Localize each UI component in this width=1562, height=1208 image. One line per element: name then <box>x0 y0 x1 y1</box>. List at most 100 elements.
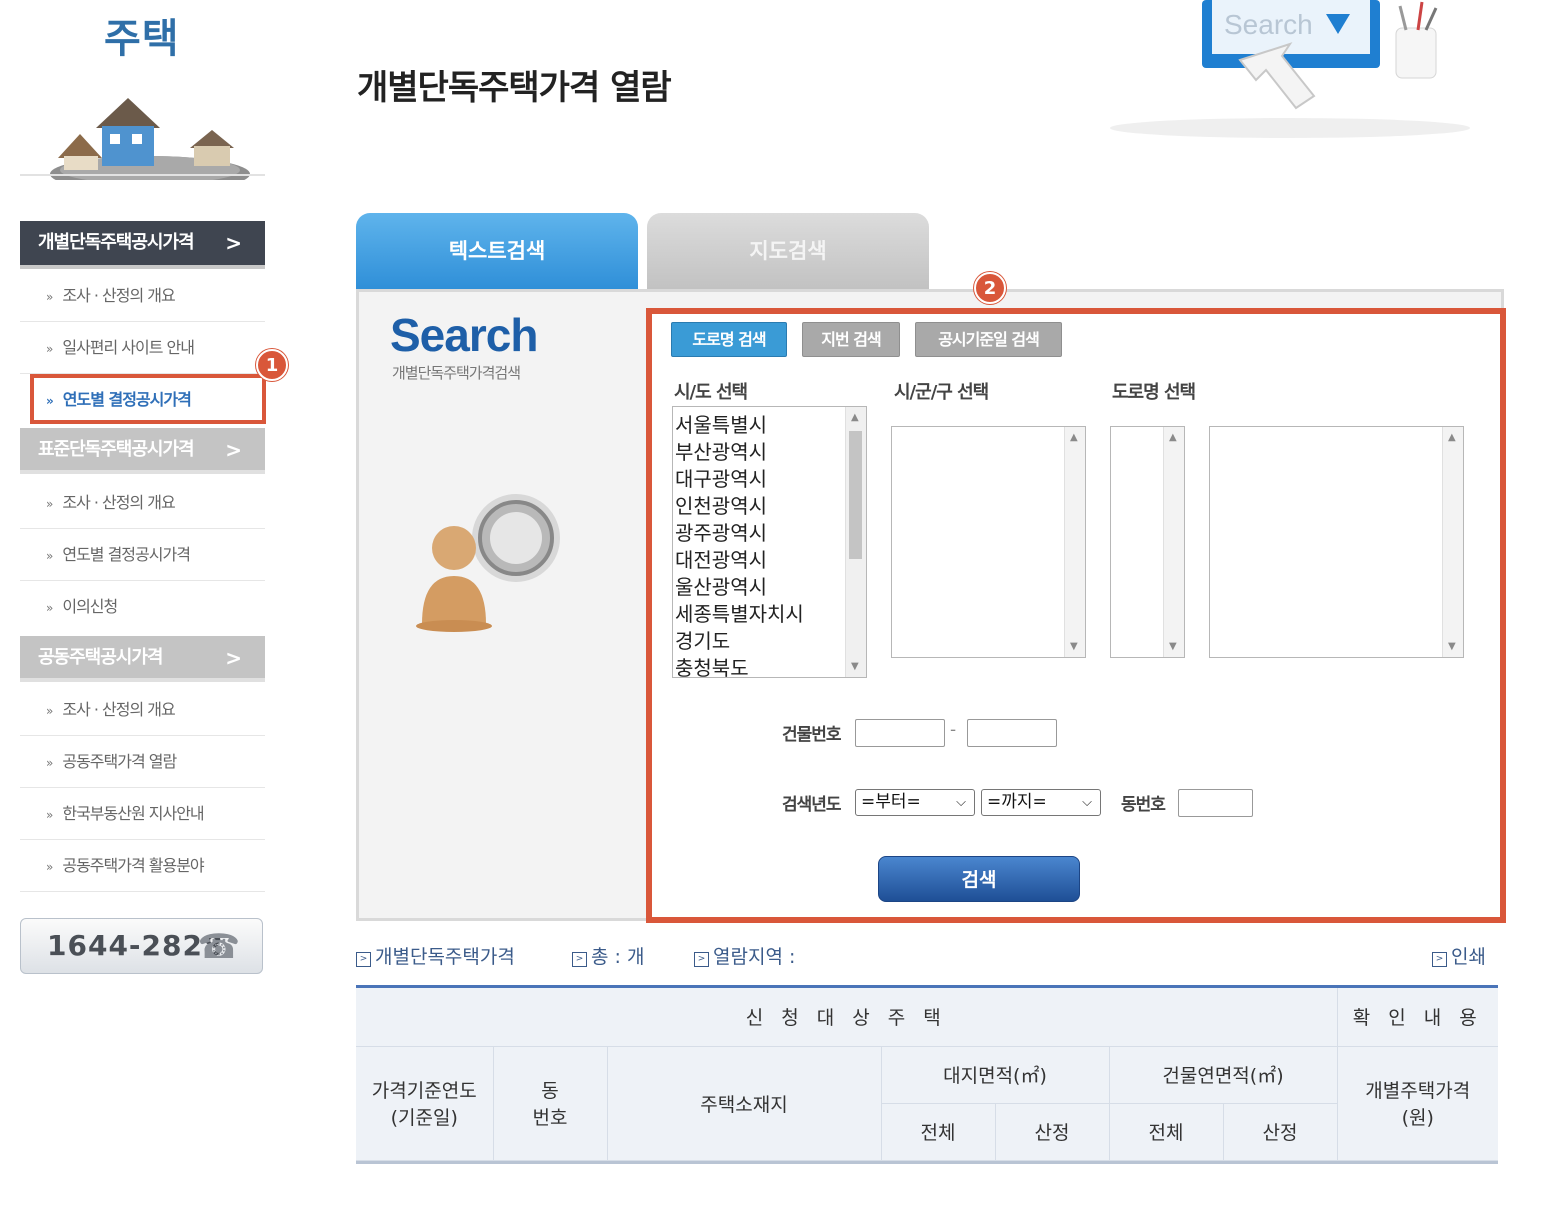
submenu-label: 한국부동산원 지사안내 <box>62 804 204 823</box>
submenu-label: 조사 · 산정의 개요 <box>62 493 175 512</box>
list-option[interactable]: 경기도 <box>675 625 730 654</box>
header-text: (원) <box>1401 1107 1434 1129</box>
scroll-up-icon[interactable]: ▲ <box>1169 432 1177 443</box>
submenu-label: 조사 · 산정의 개요 <box>62 700 175 719</box>
scroll-down-icon[interactable]: ▼ <box>851 661 859 672</box>
list-option[interactable]: 서울특별시 <box>675 409 767 438</box>
building-sub-number-input[interactable] <box>967 719 1057 747</box>
highlight-box-1 <box>30 374 266 424</box>
dong-number-label: 동번호 <box>1121 795 1166 815</box>
building-number-label: 건물번호 <box>782 725 842 745</box>
scroll-down-icon[interactable]: ▼ <box>1448 641 1456 652</box>
road-name-search-button[interactable]: 도로명 검색 <box>671 322 787 357</box>
info-text: 총 : 개 <box>591 946 645 968</box>
tab-text-search[interactable]: 텍스트검색 <box>356 213 638 289</box>
menu-standard-house-price[interactable]: 표준단독주택공시가격 > <box>20 428 265 474</box>
submenu-label: 공동주택가격 활용분야 <box>62 856 204 875</box>
search-heading: Search <box>390 309 538 361</box>
search-monitor-illustration: Search <box>1110 0 1470 138</box>
list-option[interactable]: 울산광역시 <box>675 571 767 600</box>
print-link[interactable]: > 인쇄 <box>1432 942 1486 969</box>
header-text: 가격기준연도 <box>371 1080 477 1102</box>
column-header-year: 가격기준연도 (기준일) <box>356 1045 494 1161</box>
scrollbar[interactable]: ▲ ▼ <box>845 407 866 677</box>
scroll-thumb[interactable] <box>849 431 862 559</box>
phone-icon: ☎ <box>197 927 240 967</box>
menu-individual-house-price[interactable]: 개별단독주택공시가격 > <box>20 221 265 269</box>
year-to-select[interactable]: =까지= ⌵ <box>981 789 1101 816</box>
tab-map-search[interactable]: 지도검색 <box>647 213 929 289</box>
search-button[interactable]: 검색 <box>878 856 1080 902</box>
scroll-up-icon[interactable]: ▲ <box>1448 432 1456 443</box>
list-option[interactable]: 대전광역시 <box>675 544 767 573</box>
notice-date-search-button[interactable]: 공시기준일 검색 <box>915 322 1062 357</box>
list-option[interactable]: 대구광역시 <box>675 463 767 492</box>
road-initial-listbox[interactable]: ▲ ▼ <box>1110 426 1185 658</box>
scroll-up-icon[interactable]: ▲ <box>1070 432 1078 443</box>
submenu-item[interactable]: » 공동주택가격 열람 <box>20 736 265 788</box>
chevron-down-icon: ⌵ <box>1082 795 1092 810</box>
list-option[interactable]: 세종특별자치시 <box>675 598 804 627</box>
column-header-land-calc: 산정 <box>994 1102 1110 1161</box>
dash: - <box>950 720 956 740</box>
submenu-label: 연도별 결정공시가격 <box>62 545 191 564</box>
sigungu-listbox[interactable]: ▲ ▼ <box>891 426 1086 658</box>
header-text: 번호 <box>532 1107 568 1129</box>
submenu-item[interactable]: » 일사편리 사이트 안내 <box>20 322 265 374</box>
double-chevron-icon: » <box>46 290 53 304</box>
submenu-item[interactable]: » 조사 · 산정의 개요 <box>20 270 265 322</box>
submenu-item[interactable]: » 연도별 결정공시가격 <box>20 529 265 581</box>
search-subheading: 개별단독주택가격검색 <box>392 364 521 382</box>
header-text: 신 청 대 상 주 택 <box>745 1007 947 1030</box>
header-text: 확 인 내 용 <box>1352 1007 1483 1030</box>
submenu-item[interactable]: » 조사 · 산정의 개요 <box>20 684 265 736</box>
building-main-number-input[interactable] <box>855 719 945 747</box>
result-table: 신 청 대 상 주 택 확 인 내 용 가격기준연도 (기준일) 동 번호 주택… <box>356 985 1498 1164</box>
double-chevron-icon: » <box>46 756 53 770</box>
list-option[interactable]: 충청북도 <box>675 652 749 677</box>
road-label: 도로명 선택 <box>1112 382 1196 403</box>
column-header-land-total: 전체 <box>881 1102 996 1161</box>
double-chevron-icon: » <box>46 549 53 563</box>
column-header-address: 주택소재지 <box>606 1045 882 1161</box>
menu-apartment-price[interactable]: 공동주택공시가격 > <box>20 636 265 682</box>
submenu-item[interactable]: » 조사 · 산정의 개요 <box>20 477 265 529</box>
list-option[interactable]: 광주광역시 <box>675 517 767 546</box>
menu-label: 공동주택공시가격 <box>38 647 163 668</box>
list-option[interactable]: 부산광역시 <box>675 436 767 465</box>
info-text: 개별단독주택가격 <box>375 946 515 968</box>
search-year-label: 검색년도 <box>782 795 842 815</box>
scroll-down-icon[interactable]: ▼ <box>1169 641 1177 652</box>
road-name-listbox[interactable]: ▲ ▼ <box>1209 426 1464 658</box>
step-badge-1: 1 <box>256 349 288 381</box>
scroll-down-icon[interactable]: ▼ <box>1070 641 1078 652</box>
sido-label: 시/도 선택 <box>674 382 748 403</box>
header-text: (기준일) <box>390 1107 458 1129</box>
person-magnifier-illustration <box>416 494 560 632</box>
arrow-box-icon: > <box>694 952 709 967</box>
scroll-up-icon[interactable]: ▲ <box>851 412 859 423</box>
select-value: =까지= <box>987 792 1047 812</box>
divider <box>20 174 265 176</box>
dong-number-input[interactable] <box>1178 789 1253 817</box>
scrollbar[interactable]: ▲ ▼ <box>1064 427 1085 657</box>
chevron-right-icon: > <box>225 438 242 462</box>
lot-number-search-button[interactable]: 지번 검색 <box>802 322 900 357</box>
scrollbar[interactable]: ▲ ▼ <box>1163 427 1184 657</box>
double-chevron-icon: » <box>46 497 53 511</box>
submenu-item[interactable]: » 이의신청 <box>20 581 265 633</box>
menu-label: 개별단독주택공시가격 <box>38 232 195 253</box>
phone-banner: 1644-2828 ☎ <box>20 918 263 974</box>
scrollbar[interactable]: ▲ ▼ <box>1442 427 1463 657</box>
year-from-select[interactable]: =부터= ⌵ <box>855 789 975 816</box>
arrow-box-icon: > <box>1432 952 1447 967</box>
list-option[interactable]: 인천광역시 <box>675 490 767 519</box>
double-chevron-icon: » <box>46 704 53 718</box>
column-header-price: 개별주택가격 (원) <box>1336 1045 1498 1161</box>
menu-label: 표준단독주택공시가격 <box>38 439 195 460</box>
column-header-land-area: 대지면적(㎡) <box>880 1045 1110 1104</box>
sido-listbox[interactable]: 서울특별시 부산광역시 대구광역시 인천광역시 광주광역시 대전광역시 울산광역… <box>672 406 867 678</box>
submenu-item[interactable]: » 한국부동산원 지사안내 <box>20 788 265 840</box>
submenu-item[interactable]: » 공동주택가격 활용분야 <box>20 840 265 892</box>
submenu-label: 조사 · 산정의 개요 <box>62 286 175 305</box>
